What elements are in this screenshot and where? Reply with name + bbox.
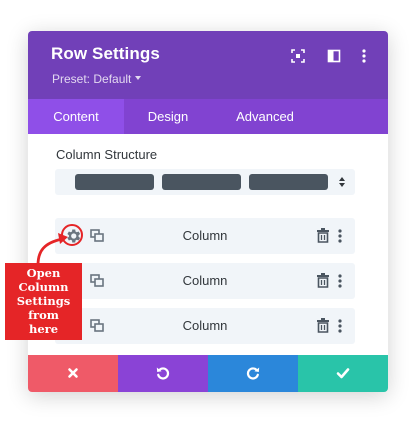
sidebar-layout-icon[interactable] (326, 48, 342, 64)
annotation-text: Open Column Settings from here (16, 266, 71, 336)
modal-footer (28, 355, 388, 392)
select-arrows-icon (338, 175, 346, 189)
caret-down-icon (135, 75, 142, 80)
modal-header: Row Settings Preset: Default (28, 31, 388, 99)
column-label: Column (182, 273, 228, 288)
preset-label: Preset: Default (52, 72, 132, 86)
column-item[interactable]: Column (55, 308, 355, 344)
more-vertical-icon[interactable] (338, 274, 342, 288)
duplicate-icon[interactable] (90, 229, 105, 243)
duplicate-icon[interactable] (90, 319, 105, 333)
column-label: Column (182, 318, 228, 333)
trash-icon[interactable] (317, 228, 329, 243)
row-settings-modal: Row Settings Preset: Default Content Des… (28, 31, 388, 392)
preset-dropdown[interactable]: Preset: Default (52, 72, 142, 86)
trash-icon[interactable] (317, 318, 329, 333)
resize-icon[interactable] (290, 48, 306, 64)
redo-button[interactable] (208, 355, 298, 392)
column-structure-select[interactable] (55, 169, 355, 195)
column-item[interactable]: Column (55, 218, 355, 254)
undo-icon (156, 367, 170, 380)
redo-icon (246, 367, 260, 380)
column-label: Column (182, 228, 228, 243)
structure-column-block (249, 174, 328, 190)
column-structure-title: Column Structure (56, 147, 158, 162)
check-icon (336, 368, 350, 379)
cancel-button[interactable] (28, 355, 118, 392)
annotation-arrow (36, 233, 68, 267)
modal-title: Row Settings (51, 44, 160, 63)
save-button[interactable] (298, 355, 388, 392)
column-item[interactable]: Column (55, 263, 355, 299)
trash-icon[interactable] (317, 273, 329, 288)
more-vertical-icon[interactable] (338, 229, 342, 243)
more-vertical-icon[interactable] (356, 48, 372, 64)
structure-column-block (162, 174, 241, 190)
more-vertical-icon[interactable] (338, 319, 342, 333)
annotation-callout: Open Column Settings from here (5, 263, 82, 340)
tab-bar: Content Design Advanced (28, 99, 388, 134)
undo-button[interactable] (118, 355, 208, 392)
tab-design[interactable]: Design (124, 99, 212, 134)
tab-advanced[interactable]: Advanced (212, 99, 318, 134)
structure-column-block (75, 174, 154, 190)
close-icon (68, 368, 78, 378)
duplicate-icon[interactable] (90, 274, 105, 288)
tab-content[interactable]: Content (28, 99, 124, 134)
